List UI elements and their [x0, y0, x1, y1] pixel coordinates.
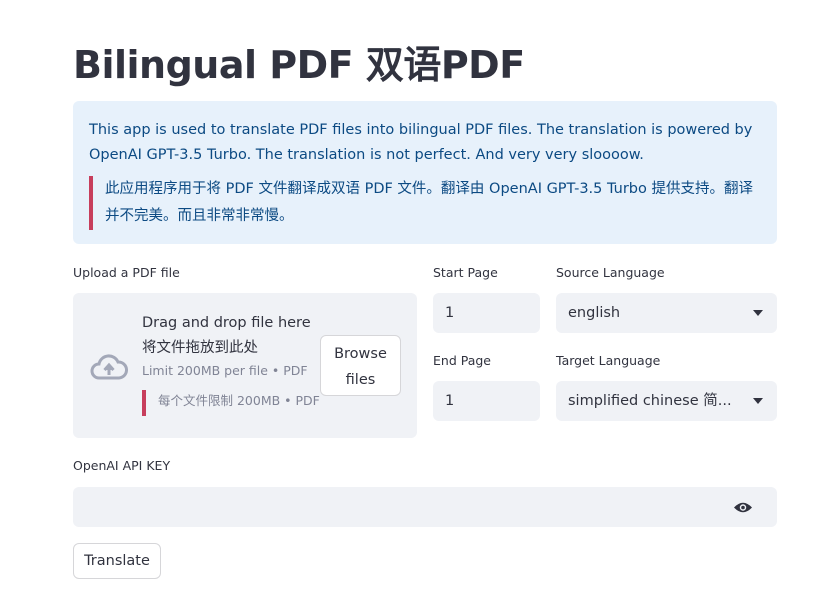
browse-files-button[interactable]: Browse files: [320, 335, 401, 396]
start-page-input[interactable]: 1: [433, 293, 540, 333]
end-page-label: End Page: [433, 353, 491, 368]
cloud-upload-icon: [90, 354, 128, 380]
page-title: Bilingual PDF 双语PDF: [73, 43, 525, 87]
api-key-label: OpenAI API KEY: [73, 458, 171, 473]
source-language-label: Source Language: [556, 265, 665, 280]
uploader-label: Upload a PDF file: [73, 265, 180, 280]
source-language-value: english: [568, 305, 621, 321]
info-text-en: This app is used to translate PDF files …: [89, 122, 753, 163]
start-page-label: Start Page: [433, 265, 498, 280]
target-language-select[interactable]: simplified chinese 简...: [556, 381, 777, 421]
info-box: This app is used to translate PDF files …: [73, 101, 777, 244]
target-language-value: simplified chinese 简...: [568, 393, 732, 409]
eye-icon[interactable]: [733, 501, 753, 514]
drag-drop-text: Drag and drop file here 将文件拖放到此处: [142, 315, 311, 356]
chevron-down-icon: [753, 398, 763, 404]
info-text-zh: 此应用程序用于将 PDF 文件翻译成双语 PDF 文件。翻译由 OpenAI G…: [89, 176, 761, 230]
end-page-input[interactable]: 1: [433, 381, 540, 421]
file-uploader-dropzone[interactable]: Drag and drop file here 将文件拖放到此处 Limit 2…: [73, 293, 417, 438]
limit-text-zh: 每个文件限制 200MB • PDF: [142, 390, 320, 416]
source-language-select[interactable]: english: [556, 293, 777, 333]
translate-button[interactable]: Translate: [73, 543, 161, 579]
limit-text: Limit 200MB per file • PDF: [142, 363, 308, 378]
target-language-label: Target Language: [556, 353, 661, 368]
chevron-down-icon: [753, 310, 763, 316]
api-key-input[interactable]: [73, 487, 777, 527]
